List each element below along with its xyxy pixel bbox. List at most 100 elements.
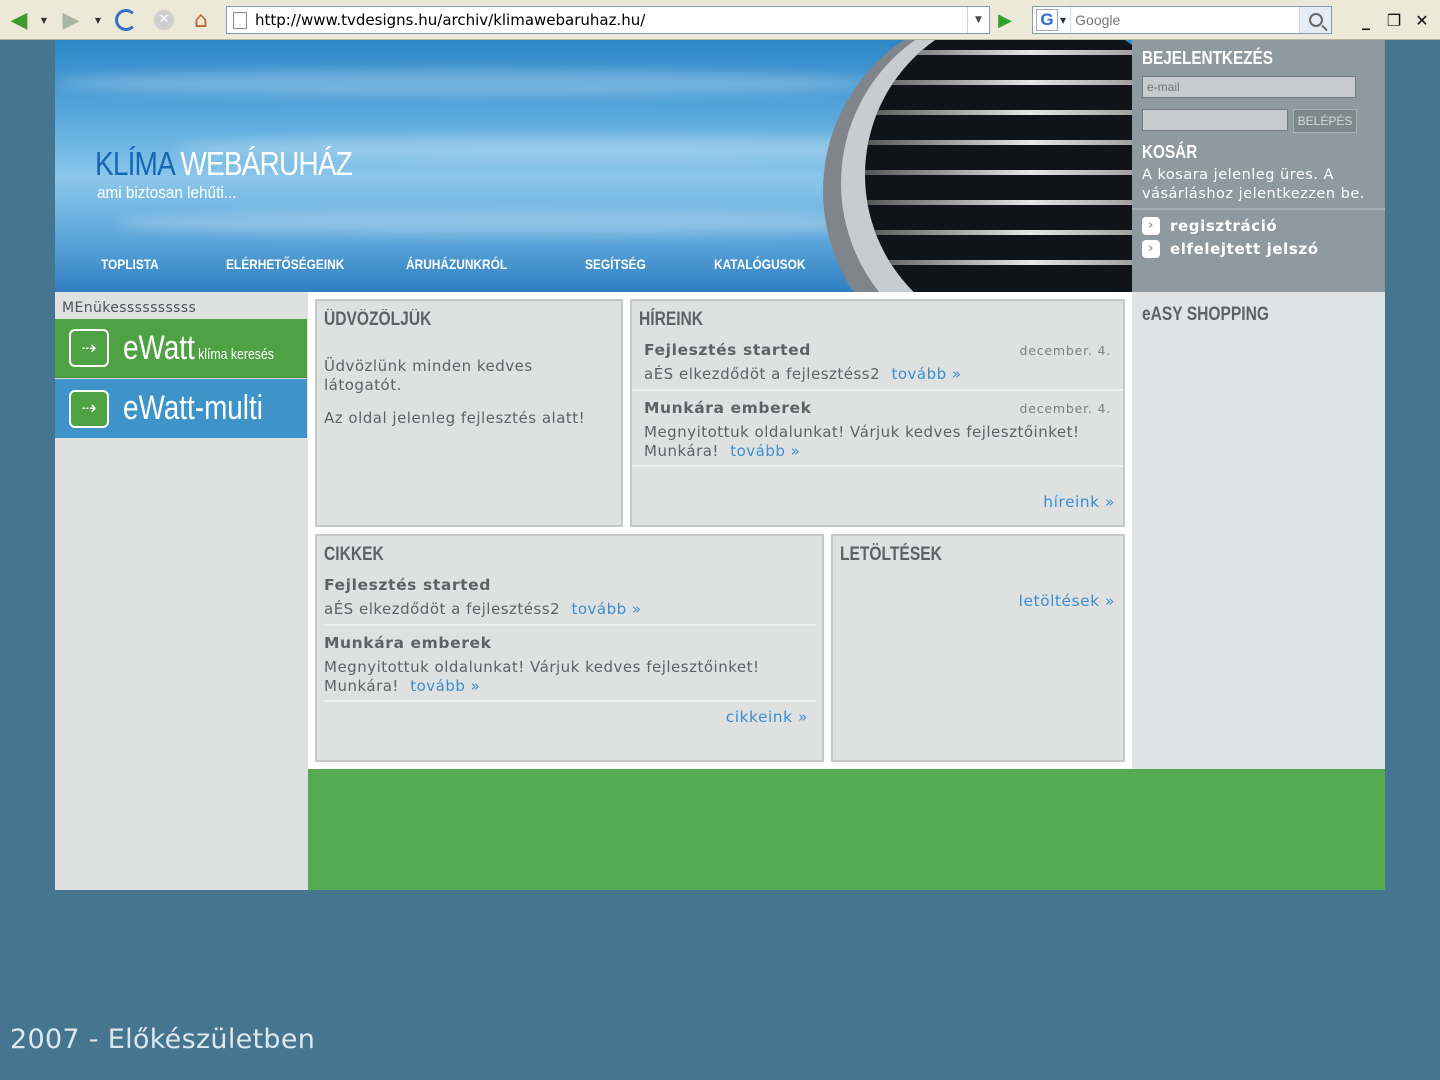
logo-text: KLÍMA WEBÁRUHÁZ (95, 145, 353, 183)
divider (324, 624, 816, 626)
easy-shopping-title: eASY SHOPPING (1142, 304, 1269, 325)
chevron-right-icon: › (1142, 217, 1160, 235)
ewatt-subtitle: klíma keresés (197, 345, 274, 363)
news-item-title[interactable]: Fejlesztés started (644, 341, 811, 359)
web-page: KLÍMA WEBÁRUHÁZ ami biztosan lehűti... T… (55, 40, 1385, 890)
all-articles-link[interactable]: cikkeink » (726, 708, 808, 726)
arrow-right-icon: ⇢ (69, 329, 109, 367)
login-button[interactable]: BELÉPÉS (1293, 109, 1357, 133)
register-link-label: regisztráció (1170, 217, 1278, 235)
article-more-link[interactable]: tovább » (571, 600, 641, 618)
article-item-title[interactable]: Munkára emberek (324, 634, 492, 652)
welcome-text-1: Üdvözlünk minden kedves látogatót. (324, 357, 533, 394)
news-more-link[interactable]: tovább » (730, 442, 800, 460)
welcome-text-2: Az oldal jelenleg fejlesztés alatt! (324, 409, 586, 427)
back-history-chevron-icon[interactable]: ▼ (38, 6, 50, 34)
left-menu: MEnükessssssssss ⇢ eWatt klíma keresés ⇢ … (55, 292, 308, 890)
close-icon[interactable]: ✕ (1410, 9, 1434, 31)
welcome-box: ÜDVÖZÖLJÜK Üdvözlünk minden kedves látog… (315, 299, 623, 527)
grille-bar (865, 80, 1132, 85)
home-icon[interactable]: ⌂ (186, 6, 216, 34)
article-item-title[interactable]: Fejlesztés started (324, 576, 491, 594)
browser-toolbar: ◀ ▼ ▶ ▼ ✕ ⌂ http://www.tvdesigns.hu/arch… (0, 0, 1440, 40)
grille-bar (865, 50, 1132, 55)
article-item-text: aÉS elkezdődöt a fejlesztéss2 tovább » (324, 600, 804, 619)
forward-arrow-icon[interactable]: ▶ (58, 6, 84, 34)
nav-elerhetosegeink[interactable]: ELÉRHETŐSÉGEINK (226, 256, 344, 272)
grille-bar (865, 140, 1132, 145)
search-engine-chevron-icon[interactable]: ▼ (1060, 16, 1066, 25)
downloads-title: LETÖLTÉSEK (840, 544, 942, 565)
page-icon (233, 11, 247, 29)
url-history-chevron-icon[interactable]: ▼ (967, 7, 989, 33)
all-news-link[interactable]: híreink » (1043, 493, 1115, 511)
ewatt-label: eWatt klíma keresés (123, 329, 274, 368)
article-item-text: Megnyitottuk oldalunkat! Várjuk kedves f… (324, 658, 794, 696)
grille-bar (865, 230, 1132, 235)
reload-icon[interactable] (112, 6, 140, 34)
news-item-text: Megnyitottuk oldalunkat! Várjuk kedves f… (644, 423, 1099, 461)
nav-segitseg[interactable]: SEGÍTSÉG (585, 256, 646, 272)
right-sidebar: eASY SHOPPING (1132, 292, 1385, 769)
forgot-password-link[interactable]: › elfelejtett jelszó (1142, 240, 1319, 258)
ewatt-button[interactable]: ⇢ eWatt klíma keresés (55, 319, 307, 378)
news-item-date: december. 4. (1019, 401, 1111, 416)
chevron-right-icon: › (1142, 240, 1160, 258)
screenshot-caption: 2007 - Előkészületben (10, 1024, 316, 1055)
all-downloads-link[interactable]: letöltések » (1019, 592, 1115, 610)
divider (632, 389, 1123, 391)
address-bar[interactable]: http://www.tvdesigns.hu/archiv/klimaweba… (226, 6, 990, 34)
news-item-title[interactable]: Munkára emberek (644, 399, 812, 417)
welcome-title: ÜDVÖZÖLJÜK (324, 309, 432, 330)
stop-icon[interactable]: ✕ (150, 6, 178, 34)
minimize-icon[interactable]: _ (1354, 9, 1378, 31)
header-banner: KLÍMA WEBÁRUHÁZ ami biztosan lehűti... T… (55, 40, 1132, 292)
go-icon[interactable]: ▶ (990, 6, 1020, 34)
site-logo[interactable]: KLÍMA WEBÁRUHÁZ ami biztosan lehűti... (95, 145, 397, 203)
news-item-text: aÉS elkezdődöt a fejlesztéss2 tovább » (644, 365, 1114, 384)
ewatt-multi-label: eWatt-multi (123, 389, 263, 427)
divider (632, 465, 1123, 467)
car-grille-image (865, 40, 1132, 292)
url-text[interactable]: http://www.tvdesigns.hu/archiv/klimaweba… (255, 11, 967, 29)
restore-icon[interactable]: ❐ (1382, 9, 1406, 31)
nav-aruhazunkrol[interactable]: ÁRUHÁZUNKRÓL (406, 256, 507, 272)
forward-history-chevron-icon[interactable]: ▼ (92, 6, 104, 34)
forgot-password-label: elfelejtett jelszó (1170, 240, 1319, 258)
search-button[interactable] (1299, 7, 1331, 33)
downloads-box: LETÖLTÉSEK letöltések » (831, 534, 1125, 762)
grille-bar (865, 110, 1132, 115)
ewatt-title: eWatt (122, 328, 195, 367)
search-box: G ▼ (1032, 6, 1332, 34)
logo-part2: WEBÁRUHÁZ (180, 145, 352, 182)
menu-title: MEnükessssssssss (62, 300, 197, 316)
nav-toplista[interactable]: TOPLISTA (101, 256, 159, 272)
cart-title: KOSÁR (1142, 142, 1198, 162)
news-more-link[interactable]: tovább » (891, 365, 961, 383)
divider (324, 700, 816, 702)
main-content: ÜDVÖZÖLJÜK Üdvözlünk minden kedves látog… (308, 292, 1132, 769)
search-input[interactable] (1070, 7, 1299, 33)
search-engine-icon[interactable]: G (1036, 9, 1058, 31)
article-item-body: aÉS elkezdődöt a fejlesztéss2 (324, 600, 561, 618)
articles-box: CIKKEK Fejlesztés started aÉS elkezdődöt… (315, 534, 824, 762)
back-arrow-icon[interactable]: ◀ (6, 6, 32, 34)
divider (1132, 208, 1385, 210)
article-item-body: Megnyitottuk oldalunkat! Várjuk kedves f… (324, 658, 760, 695)
logo-part1: KLÍMA (95, 145, 174, 182)
arrow-right-icon: ⇢ (69, 389, 109, 428)
article-more-link[interactable]: tovább » (410, 677, 480, 695)
register-link[interactable]: › regisztráció (1142, 217, 1277, 235)
email-field[interactable] (1142, 76, 1356, 98)
sky-streak (55, 70, 875, 96)
news-item-date: december. 4. (1019, 343, 1111, 358)
login-panel: BEJELENTKEZÉS BELÉPÉS KOSÁR A kosara jel… (1132, 40, 1385, 292)
slogan: ami biztosan lehűti... (97, 183, 237, 202)
news-box: HÍREINK Fejlesztés started december. 4. … (630, 299, 1125, 527)
nav-katalogusok[interactable]: KATALÓGUSOK (714, 256, 805, 272)
cart-status-text: A kosara jelenleg üres. A vásárláshoz je… (1142, 167, 1365, 202)
news-item-body: Megnyitottuk oldalunkat! Várjuk kedves f… (644, 423, 1080, 460)
login-title: BEJELENTKEZÉS (1142, 48, 1273, 68)
ewatt-multi-button[interactable]: ⇢ eWatt-multi (55, 379, 307, 438)
password-field[interactable] (1142, 109, 1288, 131)
